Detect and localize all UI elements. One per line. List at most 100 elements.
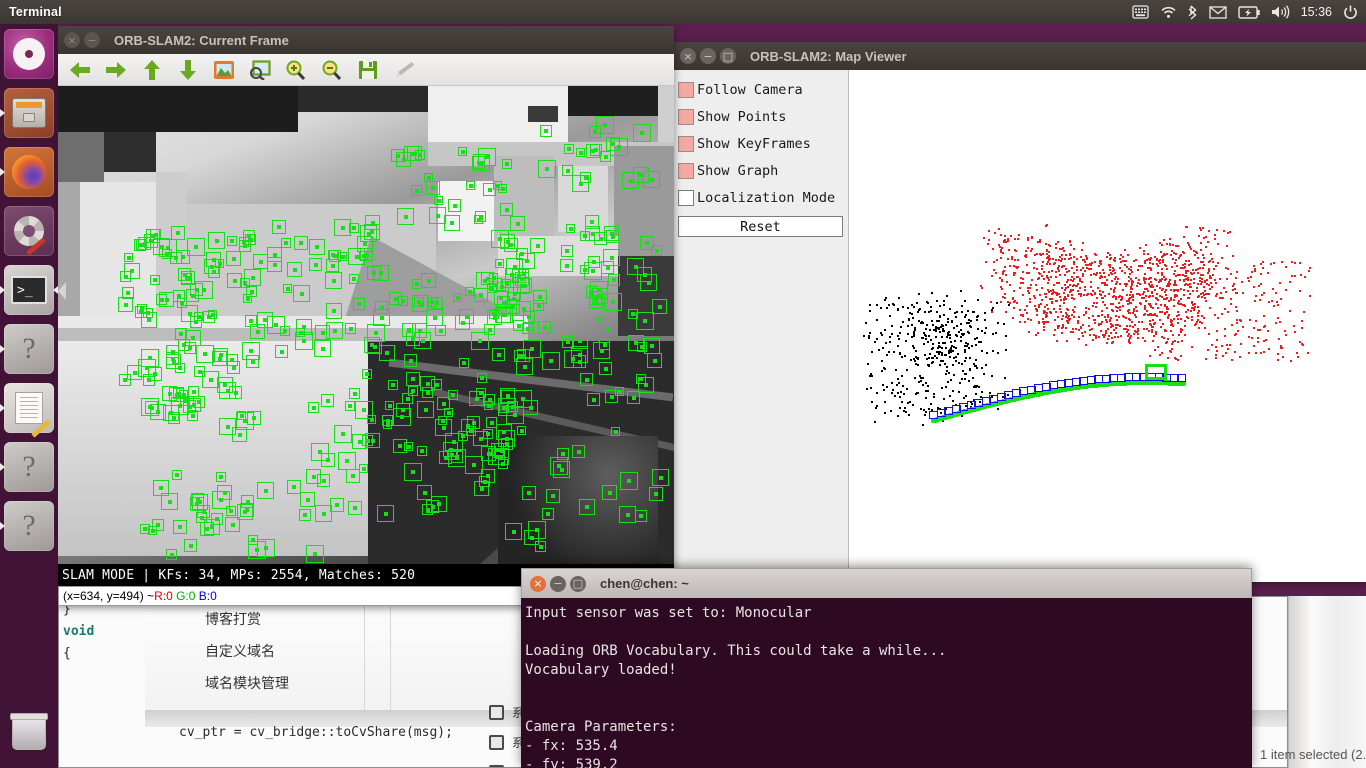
map-viewer-window[interactable]: × − □ ORB-SLAM2: Map Viewer Follow Camer…	[674, 42, 1366, 582]
map-point-current	[1102, 272, 1105, 274]
launcher-item-terminal[interactable]: >_	[0, 265, 58, 315]
map-point-current	[1121, 255, 1124, 258]
map-point-current	[1161, 243, 1164, 246]
launcher-item-ubuntu-dash[interactable]	[4, 29, 54, 79]
map-point-current	[1037, 322, 1040, 325]
orb-keypoint	[159, 292, 174, 307]
terminal-output[interactable]: Input sensor was set to: Monocular Loadi…	[521, 598, 1252, 768]
map-viewer-titlebar[interactable]: × − □ ORB-SLAM2: Map Viewer	[674, 42, 1366, 70]
checkbox-icon[interactable]	[678, 189, 694, 206]
floppy-save-icon[interactable]	[356, 58, 380, 82]
battery-icon[interactable]	[1238, 3, 1260, 21]
launcher-item-firefox[interactable]	[0, 147, 54, 197]
map-point-current	[1058, 270, 1061, 272]
system-tray: 15:36	[1132, 3, 1366, 21]
map-point-current	[990, 301, 993, 303]
close-icon[interactable]: ×	[530, 575, 546, 592]
image-icon[interactable]	[212, 58, 236, 82]
checkbox-icon[interactable]	[678, 162, 694, 179]
checkbox-show-graph[interactable]: Show Graph	[678, 157, 848, 184]
brush-icon[interactable]	[392, 58, 416, 82]
zoom-out-icon[interactable]	[320, 58, 344, 82]
power-icon[interactable]	[1343, 3, 1358, 21]
map-point-current	[1172, 318, 1175, 321]
launcher-item-unknown-3[interactable]: ?	[0, 501, 54, 551]
clock[interactable]: 15:36	[1301, 5, 1332, 19]
map-point-current	[1192, 308, 1195, 311]
keyboard-icon[interactable]	[1132, 3, 1149, 21]
arrow-right-icon[interactable]	[104, 58, 128, 82]
zoom-in-icon[interactable]	[284, 58, 308, 82]
orb-keypoint	[504, 238, 518, 252]
map-point-current	[1195, 287, 1198, 289]
map-point-current	[988, 229, 991, 232]
running-indicator-icon	[0, 286, 5, 294]
map-point-current	[1143, 279, 1145, 282]
checkbox-icon[interactable]	[678, 135, 694, 152]
map-point	[933, 395, 936, 398]
terminal-window[interactable]: × − □ chen@chen: ~ Input sensor was set …	[521, 568, 1252, 768]
map-point-current	[1136, 282, 1139, 285]
map-point-current	[1185, 272, 1188, 275]
launcher-item-files[interactable]	[0, 88, 54, 138]
map-point-current	[1268, 300, 1271, 303]
checkbox-icon[interactable]	[678, 81, 694, 98]
map-point-current	[1190, 345, 1193, 348]
map-point-current	[1121, 298, 1124, 301]
map-point-current	[1025, 312, 1028, 315]
orb-keypoint	[473, 431, 488, 446]
map-point-current	[1191, 307, 1194, 310]
launcher-item-unknown-2[interactable]: ?	[0, 442, 54, 492]
firefox-icon	[12, 155, 46, 189]
bluetooth-icon[interactable]	[1188, 3, 1198, 21]
checkbox-icon[interactable]	[678, 108, 694, 125]
checkbox-localization-mode[interactable]: Localization Mode	[678, 184, 848, 211]
volume-icon[interactable]	[1271, 3, 1290, 21]
map-point	[924, 337, 927, 340]
map-point-current	[1128, 296, 1131, 299]
launcher-item-unknown-1[interactable]: ?	[0, 324, 54, 374]
orb-keypoint	[247, 411, 261, 425]
terminal-titlebar[interactable]: × − □ chen@chen: ~	[521, 568, 1252, 598]
arrow-up-icon[interactable]	[140, 58, 164, 82]
map-point-current	[993, 232, 996, 235]
launcher-item-trash[interactable]	[4, 708, 54, 758]
mail-icon[interactable]	[1209, 3, 1227, 21]
orb-keypoint	[438, 416, 447, 425]
close-icon[interactable]: ×	[680, 48, 696, 64]
minimize-icon[interactable]: −	[550, 575, 566, 592]
camera-frame-viewport[interactable]	[58, 86, 674, 564]
map-point-current	[1035, 288, 1038, 291]
maximize-icon[interactable]: □	[720, 48, 736, 64]
current-frame-titlebar[interactable]: × − ORB-SLAM2: Current Frame	[58, 26, 674, 54]
maximize-icon[interactable]: □	[570, 575, 586, 592]
checkbox-show-points[interactable]: Show Points	[678, 103, 848, 130]
map-point	[941, 335, 943, 338]
checkbox-show-keyframes[interactable]: Show KeyFrames	[678, 130, 848, 157]
wifi-icon[interactable]	[1160, 3, 1177, 21]
map-viewer-canvas[interactable]	[849, 70, 1366, 582]
map-point-current	[999, 285, 1002, 288]
orb-keypoint	[589, 126, 601, 138]
map-point-current	[1089, 286, 1092, 289]
checkbox-follow-camera[interactable]: Follow Camera	[678, 76, 848, 103]
orb-keypoint	[458, 147, 467, 156]
launcher-item-system-tools[interactable]	[4, 206, 54, 256]
map-point-current	[1109, 257, 1112, 260]
map-point-current	[1089, 267, 1092, 270]
file-manager-window[interactable]	[1288, 596, 1366, 768]
current-frame-window[interactable]: × − ORB-SLAM2: Current Frame SLAM MODE |…	[58, 26, 674, 606]
arrow-down-icon[interactable]	[176, 58, 200, 82]
arrow-left-icon[interactable]	[68, 58, 92, 82]
fit-image-icon[interactable]	[248, 58, 272, 82]
panel-app-title[interactable]: Terminal	[9, 5, 62, 19]
minimize-icon[interactable]: −	[700, 48, 716, 64]
reset-button[interactable]: Reset	[678, 216, 843, 237]
minimize-icon[interactable]: −	[84, 32, 100, 48]
map-point	[903, 406, 906, 409]
map-point-current	[1239, 343, 1242, 346]
map-point-current	[1179, 298, 1182, 300]
launcher-item-text-editor[interactable]	[0, 383, 54, 438]
browser-pane[interactable]: 博客打赏 自定义域名 域名模块管理	[145, 597, 585, 710]
close-icon[interactable]: ×	[64, 32, 80, 48]
